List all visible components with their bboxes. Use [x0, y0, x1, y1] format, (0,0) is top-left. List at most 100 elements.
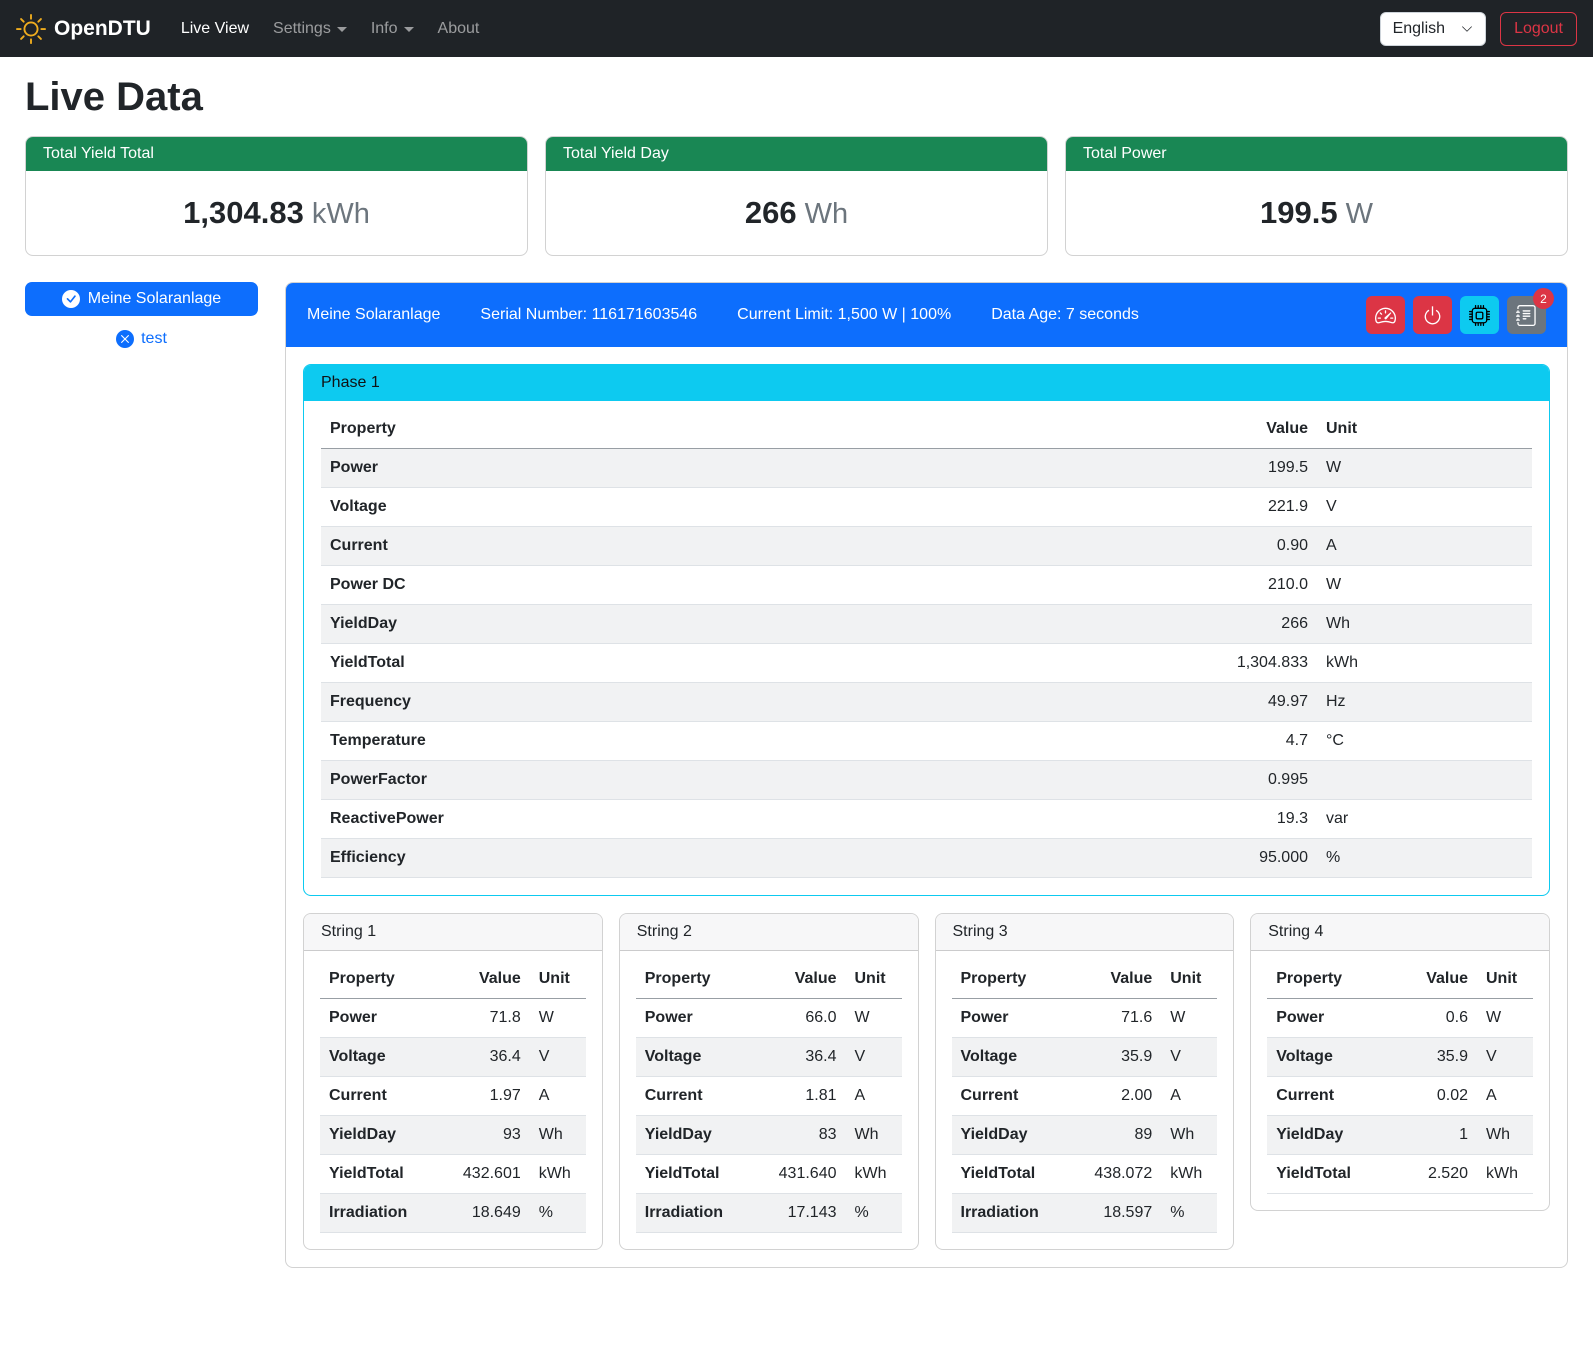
device-info-button[interactable] [1460, 296, 1499, 334]
table-row: Voltage35.9V [1267, 1038, 1533, 1077]
property-cell: ReactivePower [321, 800, 1137, 839]
string-table: PropertyValueUnitPower71.6WVoltage35.9VC… [952, 960, 1218, 1233]
table-header-row: Property Value Unit [321, 410, 1532, 449]
summary-card-title: Total Power [1066, 137, 1567, 171]
string-table-body: Power71.8WVoltage36.4VCurrent1.97AYieldD… [320, 999, 586, 1233]
check-circle-icon [62, 290, 80, 308]
unit-cell: kWh [846, 1155, 902, 1194]
column-header-value: Value [762, 960, 846, 999]
property-cell: YieldTotal [636, 1155, 762, 1194]
table-row: Irradiation17.143% [636, 1194, 902, 1233]
value-cell: 93 [446, 1116, 530, 1155]
table-row: YieldDay1Wh [1267, 1116, 1533, 1155]
value-cell: 71.8 [446, 999, 530, 1038]
unit-cell: V [530, 1038, 586, 1077]
property-cell: Voltage [952, 1038, 1078, 1077]
column-header-property: Property [952, 960, 1078, 999]
table-row: Power71.8W [320, 999, 586, 1038]
value-cell: 0.02 [1393, 1077, 1477, 1116]
table-header-row: PropertyValueUnit [1267, 960, 1533, 999]
nav-item-label: About [438, 20, 480, 38]
language-selector[interactable]: English [1380, 12, 1486, 46]
property-cell: Efficiency [321, 839, 1137, 878]
column-header-value: Value [446, 960, 530, 999]
property-cell: Power [321, 449, 1137, 488]
nav-item-about[interactable]: About [426, 12, 492, 46]
phase-card: Phase 1 Property Value Unit [303, 364, 1550, 896]
unit-cell: A [846, 1077, 902, 1116]
table-row: Current0.90A [321, 527, 1532, 566]
value-cell: 66.0 [762, 999, 846, 1038]
summary-card-title: Total Yield Day [546, 137, 1047, 171]
column-header-value: Value [1137, 410, 1317, 449]
unit-cell: % [530, 1194, 586, 1233]
unit-cell: V [1317, 488, 1532, 527]
table-row: Efficiency95.000% [321, 839, 1532, 878]
sidebar-item-label: test [141, 330, 167, 348]
property-cell: Power [636, 999, 762, 1038]
phase-table: Property Value Unit Power199.5WVoltage22… [321, 410, 1532, 878]
table-row: Power199.5W [321, 449, 1532, 488]
value-cell: 89 [1077, 1116, 1161, 1155]
power-settings-button[interactable] [1413, 296, 1452, 334]
value-cell: 36.4 [446, 1038, 530, 1077]
table-row: YieldTotal432.601kWh [320, 1155, 586, 1194]
property-cell: YieldDay [320, 1116, 446, 1155]
value-cell: 95.000 [1137, 839, 1317, 878]
inverter-serial: Serial Number: 116171603546 [480, 306, 697, 324]
sidebar-item-test[interactable]: test [25, 330, 258, 348]
column-header-property: Property [636, 960, 762, 999]
value-cell: 71.6 [1077, 999, 1161, 1038]
summary-card-unit: kWh [312, 198, 370, 230]
value-cell: 19.3 [1137, 800, 1317, 839]
page-title: Live Data [25, 75, 1568, 120]
nav-item-info[interactable]: Info [359, 12, 426, 46]
unit-cell: % [846, 1194, 902, 1233]
string-card-title: String 1 [304, 914, 602, 951]
unit-cell: W [530, 999, 586, 1038]
property-cell: Voltage [320, 1038, 446, 1077]
chevron-down-icon [337, 27, 347, 32]
unit-cell: W [1477, 999, 1533, 1038]
table-row: YieldDay93Wh [320, 1116, 586, 1155]
string-card-title: String 2 [620, 914, 918, 951]
value-cell: 83 [762, 1116, 846, 1155]
logout-button[interactable]: Logout [1500, 12, 1577, 46]
power-icon [1422, 305, 1443, 326]
nav-item-settings[interactable]: Settings [261, 12, 359, 46]
table-row: YieldTotal438.072kWh [952, 1155, 1218, 1194]
value-cell: 2.00 [1077, 1077, 1161, 1116]
unit-cell: A [530, 1077, 586, 1116]
event-count-badge: 2 [1533, 288, 1554, 309]
property-cell: Voltage [1267, 1038, 1393, 1077]
event-log-button[interactable]: 2 [1507, 296, 1546, 334]
value-cell: 199.5 [1137, 449, 1317, 488]
gauge-icon [1375, 305, 1396, 326]
unit-cell: V [1477, 1038, 1533, 1077]
sidebar-item-meine-solaranlage[interactable]: Meine Solaranlage [25, 282, 258, 316]
property-cell: YieldTotal [321, 644, 1137, 683]
column-header-value: Value [1077, 960, 1161, 999]
summary-card-title: Total Yield Total [26, 137, 527, 171]
table-header-row: PropertyValueUnit [636, 960, 902, 999]
summary-cards-row: Total Yield Total 1,304.83kWh Total Yiel… [25, 136, 1568, 256]
brand[interactable]: OpenDTU [16, 14, 151, 44]
limit-settings-button[interactable] [1366, 296, 1405, 334]
unit-cell: Wh [530, 1116, 586, 1155]
column-header-property: Property [321, 410, 1137, 449]
journal-icon [1516, 305, 1537, 326]
value-cell: 210.0 [1137, 566, 1317, 605]
value-cell: 431.640 [762, 1155, 846, 1194]
inverter-data-age: Data Age: 7 seconds [991, 306, 1139, 324]
table-row: ReactivePower19.3var [321, 800, 1532, 839]
phase-card-title: Phase 1 [304, 365, 1549, 401]
unit-cell: A [1477, 1077, 1533, 1116]
unit-cell: kWh [1161, 1155, 1217, 1194]
unit-cell: V [846, 1038, 902, 1077]
unit-cell: Hz [1317, 683, 1532, 722]
nav-item-live-view[interactable]: Live View [169, 12, 261, 46]
unit-cell: °C [1317, 722, 1532, 761]
property-cell: Current [320, 1077, 446, 1116]
strings-row: String 1PropertyValueUnitPower71.8WVolta… [303, 913, 1550, 1250]
nav-item-label: Live View [181, 20, 249, 38]
